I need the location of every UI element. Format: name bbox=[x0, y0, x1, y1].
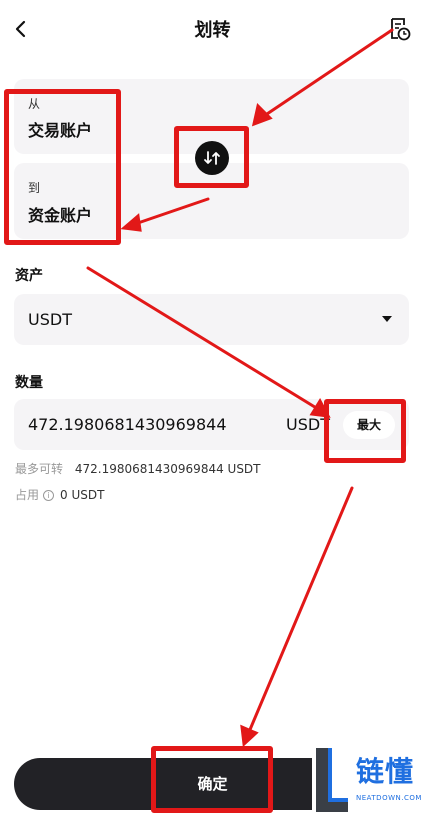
brand-logo-icon bbox=[316, 748, 348, 812]
annotation-arrows bbox=[86, 28, 394, 748]
arrowhead-swap bbox=[251, 103, 273, 127]
watermark-logo: 链懂 NEATDOWN.COM bbox=[312, 746, 424, 814]
arrow-max-to-confirm bbox=[247, 486, 354, 734]
arrowhead-accounts bbox=[120, 213, 142, 232]
arrow-swap-to-accounts bbox=[133, 197, 210, 226]
arrowhead-max bbox=[309, 397, 331, 418]
arrowhead-confirm bbox=[240, 724, 259, 748]
watermark-url: NEATDOWN.COM bbox=[356, 794, 422, 802]
watermark-name: 链懂 bbox=[356, 755, 415, 788]
arrow-asset-to-max bbox=[86, 266, 320, 411]
arrow-history-to-swap bbox=[262, 28, 394, 118]
